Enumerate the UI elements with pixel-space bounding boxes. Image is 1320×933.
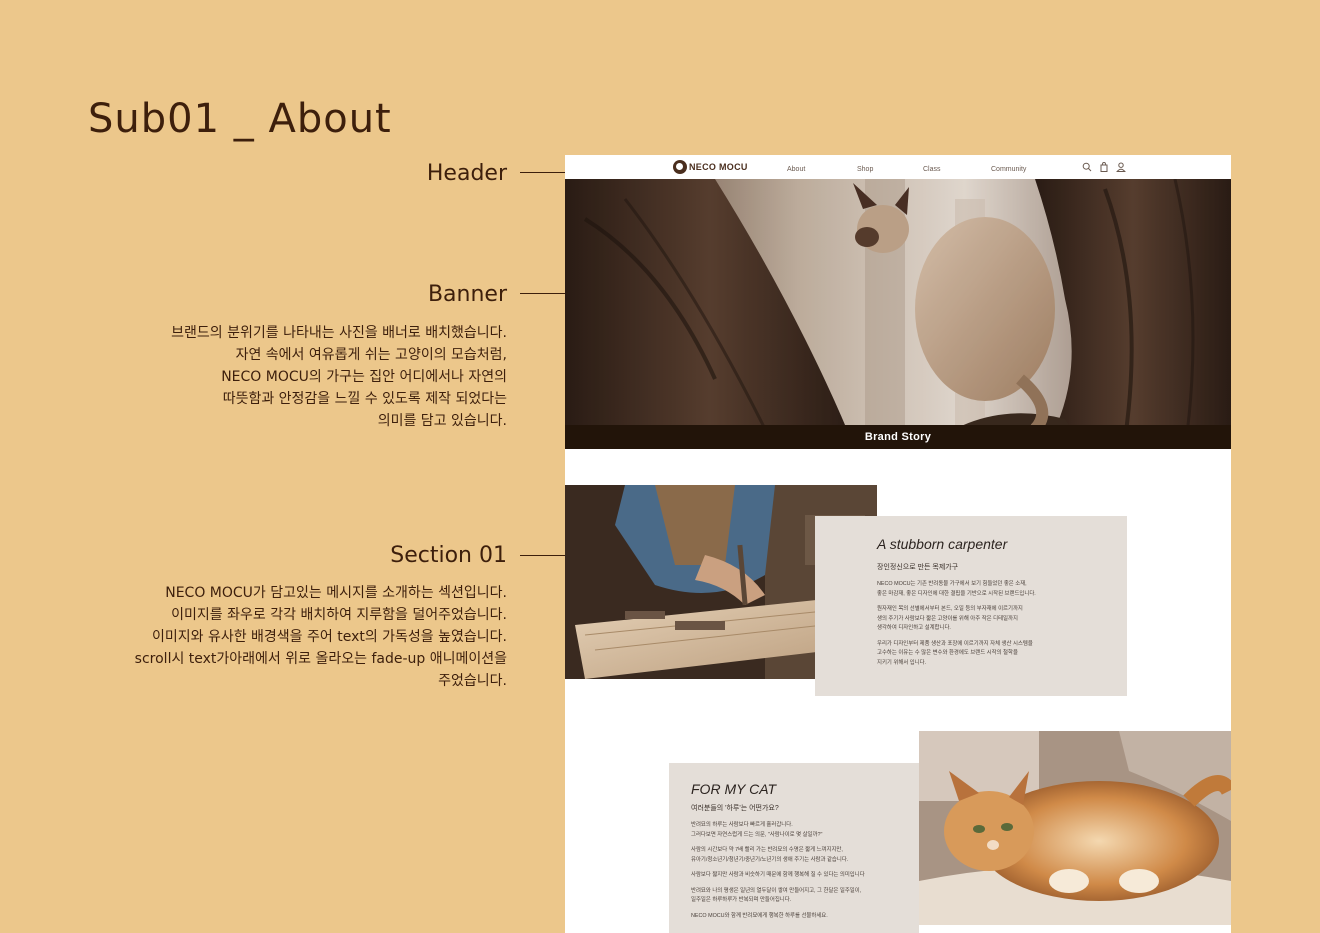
section01-desc-line: scroll시 text가아래에서 위로 올라오는 fade-up 애니메이션을 — [134, 651, 507, 667]
paragraph-line: 사람보다 짧지만 사람과 비슷하기 때문에 함께 행복해 질 수 있다는 의미입… — [691, 872, 865, 878]
section1-paragraph: 우리가 디자인부터 제품 생산과 포장에 이르기까지 자체 생산 시스템을 고수… — [877, 640, 1117, 669]
logo-text: NECO MOCU — [689, 162, 748, 172]
nav-community[interactable]: Community — [991, 166, 1026, 173]
paragraph-line: 일주일은 하루하루가 반복되며 만들어집니다. — [691, 897, 792, 903]
section01-description: NECO MOCU가 담고있는 메시지를 소개하는 섹션입니다. 이미지를 좌우… — [135, 582, 507, 692]
website-mockup: NECO MOCU About Shop Class Community Bra… — [565, 155, 1231, 933]
search-icon[interactable] — [1082, 162, 1092, 172]
cat-logo-icon — [673, 160, 687, 174]
paragraph-line: 좋은 마감재, 좋은 디자인에 대한 결핍을 기반으로 시작된 브랜드입니다. — [877, 590, 1036, 597]
nav-shop[interactable]: Shop — [857, 166, 873, 173]
section2-title: FOR MY CAT — [691, 781, 777, 797]
banner-desc-line: 따뜻함과 안정감을 느낄 수 있도록 제작 되었다는 — [222, 391, 507, 407]
page-title: Sub01 _ About — [88, 96, 392, 142]
section1-paragraph: 원자재인 목의 선별에서부터 본드, 오일 등의 부자재에 이르기까지 생의 주… — [877, 605, 1117, 634]
site-logo[interactable]: NECO MOCU — [673, 159, 748, 175]
section2-paragraph: 반려묘와 나의 평생은 일년의 열두달이 쌓여 만들어지고, 그 한달은 일주일… — [691, 887, 911, 906]
banner-desc-line: 의미를 담고 있습니다. — [377, 413, 507, 429]
section01-desc-line: 주었습니다. — [438, 673, 507, 689]
paragraph-line: 유아기/청소년기/청년기/중년기/노년기의 생애 주기는 사람과 같습니다. — [691, 856, 849, 863]
for-my-cat-card: FOR MY CAT 여러분들의 '하루'는 어떤가요? 반려묘의 하루는 사람… — [669, 763, 919, 933]
paragraph-line: 사람의 시간보다 약 7배 빨리 가는 반려묘의 수명은 짧게 느껴지지만, — [691, 847, 843, 853]
section01-desc-line: NECO MOCU가 담고있는 메시지를 소개하는 섹션입니다. — [165, 585, 507, 601]
paragraph-line: 생각하여 디자인하고 설계합니다. — [877, 625, 951, 631]
nav-about[interactable]: About — [787, 166, 805, 173]
section2-subtitle: 여러분들의 '하루'는 어떤가요? — [691, 805, 779, 812]
banner-description: 브랜드의 분위기를 나타내는 사진을 배너로 배치했습니다. 자연 속에서 여유… — [171, 322, 507, 432]
nav-class[interactable]: Class — [923, 166, 941, 173]
section01-desc-line: 이미지를 좌우로 각각 배치하여 지루함을 덜어주었습니다. — [171, 607, 507, 623]
paragraph-line: 고수하는 이유는 수 많은 변수와 환경에도 브랜드 시작의 철학을 — [877, 650, 1018, 656]
banner-desc-line: 브랜드의 분위기를 나타내는 사진을 배너로 배치했습니다. — [171, 325, 507, 341]
section01-desc-line: 이미지와 유사한 배경색을 주어 text의 가독성을 높였습니다. — [151, 629, 507, 645]
section2-paragraph: 반려묘의 하루는 사람보다 빠르게 흘러갑니다. 그러다보면 자연스럽게 드는 … — [691, 821, 911, 840]
paragraph-line: 생의 주기가 사람보다 짧은 고양이를 위해 아주 작은 디테일까지 — [877, 615, 1018, 622]
paragraph-line: NECO MOCU는 기존 반려동물 가구에서 보기 힘들었던 좋은 소재, — [877, 581, 1027, 587]
paragraph-line: 우리가 디자인부터 제품 생산과 포장에 이르기까지 자체 생산 시스템을 — [877, 640, 1033, 647]
paragraph-line: 그러다보면 자연스럽게 드는 의문, "사람나이로 몇 살일까?" — [691, 831, 823, 838]
section2-paragraph: 사람의 시간보다 약 7배 빨리 가는 반려묘의 수명은 짧게 느껴지지만, 유… — [691, 846, 911, 865]
section1-paragraph: NECO MOCU는 기존 반려동물 가구에서 보기 힘들었던 좋은 소재, 좋… — [877, 580, 1117, 599]
paragraph-line: 반려묘와 나의 평생은 일년의 열두달이 쌓여 만들어지고, 그 한달은 일주일… — [691, 887, 862, 894]
banner-desc-line: 자연 속에서 여유롭게 쉬는 고양이의 모습처럼, — [235, 347, 507, 363]
section2-paragraph: NECO MOCU와 함께 반려묘에게 행복한 하루를 선물하세요. — [691, 912, 911, 922]
banner-caption-bar: Brand Story — [565, 425, 1231, 449]
paragraph-line: 원자재인 목의 선별에서부터 본드, 오일 등의 부자재에 이르기까지 — [877, 606, 1023, 612]
cart-icon[interactable] — [1099, 162, 1109, 172]
banner-label: Banner — [427, 282, 507, 307]
lying-cat-illustration — [919, 731, 1231, 925]
stubborn-carpenter-card: A stubborn carpenter 장인정신으로 만든 목제가구 NECO… — [815, 516, 1127, 696]
site-header: NECO MOCU About Shop Class Community — [565, 155, 1231, 179]
paragraph-line: NECO MOCU와 함께 반려묘에게 행복한 하루를 선물하세요. — [691, 912, 828, 919]
user-icon[interactable] — [1116, 162, 1126, 172]
banner-image — [565, 179, 1231, 449]
section1-title: A stubborn carpenter — [877, 536, 1008, 552]
cat-in-tree-illustration — [565, 179, 1231, 449]
banner-desc-line: NECO MOCU의 가구는 집안 어디에서나 자연의 — [221, 369, 507, 385]
paragraph-line: 반려묘의 하루는 사람보다 빠르게 흘러갑니다. — [691, 822, 793, 828]
fluffy-cat-photo — [919, 731, 1231, 925]
paragraph-line: 지키기 위해서 입니다. — [877, 659, 927, 666]
header-label: Header — [426, 161, 507, 186]
section2-paragraph: 사람보다 짧지만 사람과 비슷하기 때문에 함께 행복해 질 수 있다는 의미입… — [691, 871, 911, 881]
section1-subtitle: 장인정신으로 만든 목제가구 — [877, 564, 959, 571]
section01-label: Section 01 — [390, 543, 507, 568]
